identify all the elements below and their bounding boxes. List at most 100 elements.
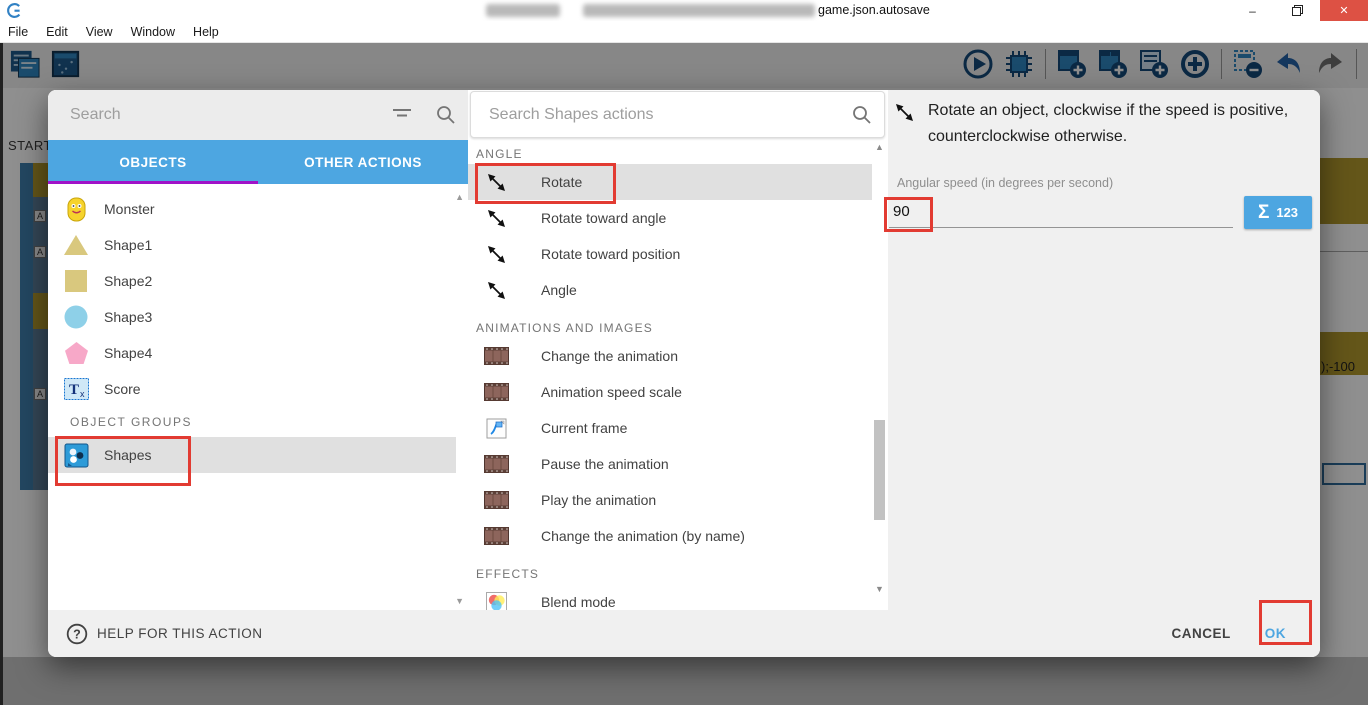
parameters-panel: Rotate an object, clockwise if the speed…	[888, 90, 1320, 610]
action-label: Change the animation (by name)	[541, 528, 745, 544]
object-list: Monster Shape1 Shape2 Shape3 Shape4 Tx Score OB…	[48, 184, 468, 473]
help-label: HELP FOR THIS ACTION	[97, 626, 263, 641]
section-header: ANGLE	[476, 147, 523, 161]
object-name: Monster	[104, 201, 155, 217]
object-list-item[interactable]: Shape3	[48, 299, 456, 335]
film-icon	[468, 347, 524, 365]
angular-speed-label: Angular speed (in degrees per second)	[897, 176, 1114, 190]
annotation-rect-speed	[884, 197, 933, 232]
angular-speed-input[interactable]	[889, 196, 1233, 228]
scroll-down-icon[interactable]: ▼	[875, 584, 884, 594]
annotation-rect-rotate	[475, 163, 616, 204]
minimize-button[interactable]: –	[1230, 0, 1275, 21]
window-title-bar: game.json.autosave – ✕	[0, 0, 1368, 21]
action-label: Rotate toward position	[541, 246, 681, 262]
film-icon	[468, 491, 524, 509]
pentagon-icon	[48, 341, 104, 365]
object-name: Shape3	[104, 309, 153, 325]
square-icon	[48, 270, 104, 292]
dialog-footer: ? HELP FOR THIS ACTION CANCEL OK	[48, 610, 1320, 657]
objects-panel: OBJECTS OTHER ACTIONS Monster Shape1 Shape…	[48, 90, 468, 610]
object-list-item[interactable]: Tx Score	[48, 371, 456, 407]
rotate-icon	[468, 208, 524, 229]
menu-view[interactable]: View	[86, 25, 113, 39]
scroll-up-icon[interactable]: ▲	[875, 142, 884, 152]
redacted-title-segment	[486, 4, 560, 17]
gdevelop-logo	[7, 3, 22, 18]
tab-objects-label: OBJECTS	[119, 154, 187, 170]
objects-search-bar	[48, 90, 468, 140]
tab-bar: OBJECTS OTHER ACTIONS	[48, 140, 468, 184]
menu-file[interactable]: File	[8, 25, 28, 39]
action-label: Play the animation	[541, 492, 657, 508]
menu-edit[interactable]: Edit	[46, 25, 68, 39]
restore-icon	[1292, 5, 1303, 16]
scrollbar-thumb[interactable]	[874, 420, 885, 520]
actions-list: ANGLE Rotate Rotate toward angle Rotate tow…	[468, 140, 888, 620]
tab-objects[interactable]: OBJECTS	[48, 140, 258, 184]
rotate-icon	[468, 280, 524, 301]
object-name: Shape2	[104, 273, 153, 289]
object-groups-header: OBJECT GROUPS	[70, 415, 192, 429]
svg-text:T: T	[69, 382, 79, 398]
object-name: Shape1	[104, 237, 153, 253]
restore-button[interactable]	[1275, 0, 1320, 21]
rotate-icon	[894, 102, 915, 128]
action-list-item[interactable]: Angle	[468, 272, 872, 308]
search-icon[interactable]	[840, 104, 884, 126]
film-icon	[468, 383, 524, 401]
object-list-item[interactable]: Monster	[48, 191, 456, 227]
section-header: EFFECTS	[476, 567, 540, 581]
action-label: Pause the animation	[541, 456, 669, 472]
frame-icon	[468, 418, 524, 439]
action-list-item[interactable]: Current frame	[468, 410, 872, 446]
objects-search-input[interactable]	[48, 106, 380, 124]
cancel-button[interactable]: CANCEL	[1172, 626, 1231, 641]
film-icon	[468, 455, 524, 473]
svg-text:x: x	[80, 389, 85, 399]
action-list-item[interactable]: Change the animation	[468, 338, 872, 374]
sigma-icon: Σ	[1257, 201, 1270, 223]
object-list-item[interactable]: Shape1	[48, 227, 456, 263]
action-list-item[interactable]: Play the animation	[468, 482, 872, 518]
action-list-item[interactable]: Rotate toward angle	[468, 200, 872, 236]
action-label: Rotate toward angle	[541, 210, 667, 226]
object-name: Score	[104, 381, 141, 397]
action-list-item[interactable]: Animation speed scale	[468, 374, 872, 410]
object-list-item[interactable]: Shape2	[48, 263, 456, 299]
action-list-item[interactable]: Pause the animation	[468, 446, 872, 482]
help-link[interactable]: ? HELP FOR THIS ACTION	[66, 623, 263, 645]
search-icon[interactable]	[424, 104, 468, 126]
window-title: game.json.autosave	[818, 3, 930, 17]
menu-window[interactable]: Window	[131, 25, 175, 39]
scroll-down-icon[interactable]: ▼	[455, 596, 464, 606]
object-list-item[interactable]: Shape4	[48, 335, 456, 371]
expression-editor-button[interactable]: Σ 123	[1244, 196, 1312, 229]
actions-search-bar	[470, 91, 885, 138]
help-icon: ?	[66, 623, 88, 644]
close-button[interactable]: ✕	[1320, 0, 1368, 21]
action-editor-dialog: OBJECTS OTHER ACTIONS Monster Shape1 Shape…	[48, 90, 1320, 657]
menu-help[interactable]: Help	[193, 25, 219, 39]
window-controls: – ✕	[1230, 0, 1368, 21]
scroll-up-icon[interactable]: ▲	[455, 192, 464, 202]
action-label: Angle	[541, 282, 577, 298]
svg-text:?: ?	[73, 627, 81, 641]
object-name: Shape4	[104, 345, 153, 361]
menu-bar: File Edit View Window Help	[0, 21, 1368, 43]
action-list-item[interactable]: Rotate toward position	[468, 236, 872, 272]
filter-icon[interactable]	[380, 107, 424, 123]
action-label: Current frame	[541, 420, 628, 436]
tab-other-actions-label: OTHER ACTIONS	[304, 154, 422, 170]
annotation-rect-shapes	[55, 436, 191, 486]
redacted-title-segment	[583, 4, 815, 17]
circle-icon	[48, 305, 104, 329]
action-description: Rotate an object, clockwise if the speed…	[928, 102, 1289, 145]
actions-search-input[interactable]	[471, 105, 840, 124]
action-list-item[interactable]: Change the animation (by name)	[468, 518, 872, 554]
action-label: Change the animation	[541, 348, 678, 364]
tab-other-actions[interactable]: OTHER ACTIONS	[258, 140, 468, 184]
action-label: Animation speed scale	[541, 384, 682, 400]
triangle-icon	[48, 234, 104, 256]
text-object-icon: Tx	[48, 378, 104, 400]
